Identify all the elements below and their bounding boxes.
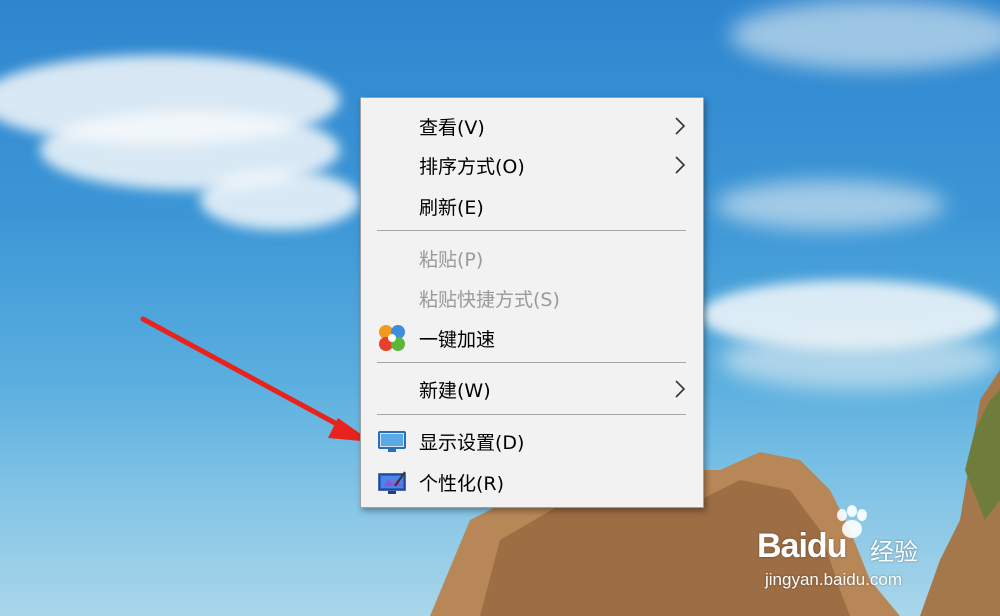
menu-item-refresh[interactable]: 刷新(E) — [361, 187, 703, 225]
menu-item-personalize[interactable]: 个性化(R) — [361, 463, 703, 501]
personalize-icon — [378, 471, 406, 494]
baidu-jingyan-watermark: Baidu 经验 jingyan.baidu.com — [757, 505, 942, 595]
menu-item-label: 粘贴快捷方式(S) — [419, 288, 560, 311]
menu-separator — [377, 230, 686, 231]
menu-item-paste-shortcut[interactable]: 粘贴快捷方式(S) — [361, 279, 703, 317]
menu-separator — [377, 362, 686, 363]
speedup-icon — [379, 325, 405, 351]
display-icon — [378, 431, 406, 452]
menu-item-label: 一键加速 — [419, 328, 496, 351]
baidu-logo: Baidu — [757, 527, 847, 565]
watermark-url: jingyan.baidu.com — [765, 570, 903, 589]
jingyan-logo-text: 经验 — [870, 538, 918, 566]
menu-item-label: 显示设置(D) — [419, 431, 525, 454]
menu-item-speedup[interactable]: 一键加速 — [361, 319, 703, 357]
menu-item-view[interactable]: 查看(V) — [361, 107, 703, 145]
menu-item-label: 个性化(R) — [419, 472, 505, 495]
menu-item-label: 刷新(E) — [419, 196, 484, 219]
menu-item-paste[interactable]: 粘贴(P) — [361, 239, 703, 277]
menu-item-label: 粘贴(P) — [419, 248, 484, 271]
menu-item-new[interactable]: 新建(W) — [361, 370, 703, 408]
menu-item-sort-by[interactable]: 排序方式(O) — [361, 146, 703, 184]
chevron-right-icon — [675, 380, 686, 398]
menu-item-display-settings[interactable]: 显示设置(D) — [361, 422, 703, 460]
chevron-right-icon — [675, 156, 686, 174]
chevron-right-icon — [675, 117, 686, 135]
menu-item-label: 新建(W) — [419, 379, 491, 402]
menu-item-label: 排序方式(O) — [419, 155, 525, 178]
menu-separator — [377, 414, 686, 415]
desktop-context-menu: 查看(V) 排序方式(O) 刷新(E) 粘贴(P) 粘贴快捷方式(S) 一键加速… — [360, 97, 704, 508]
menu-item-label: 查看(V) — [419, 116, 485, 139]
